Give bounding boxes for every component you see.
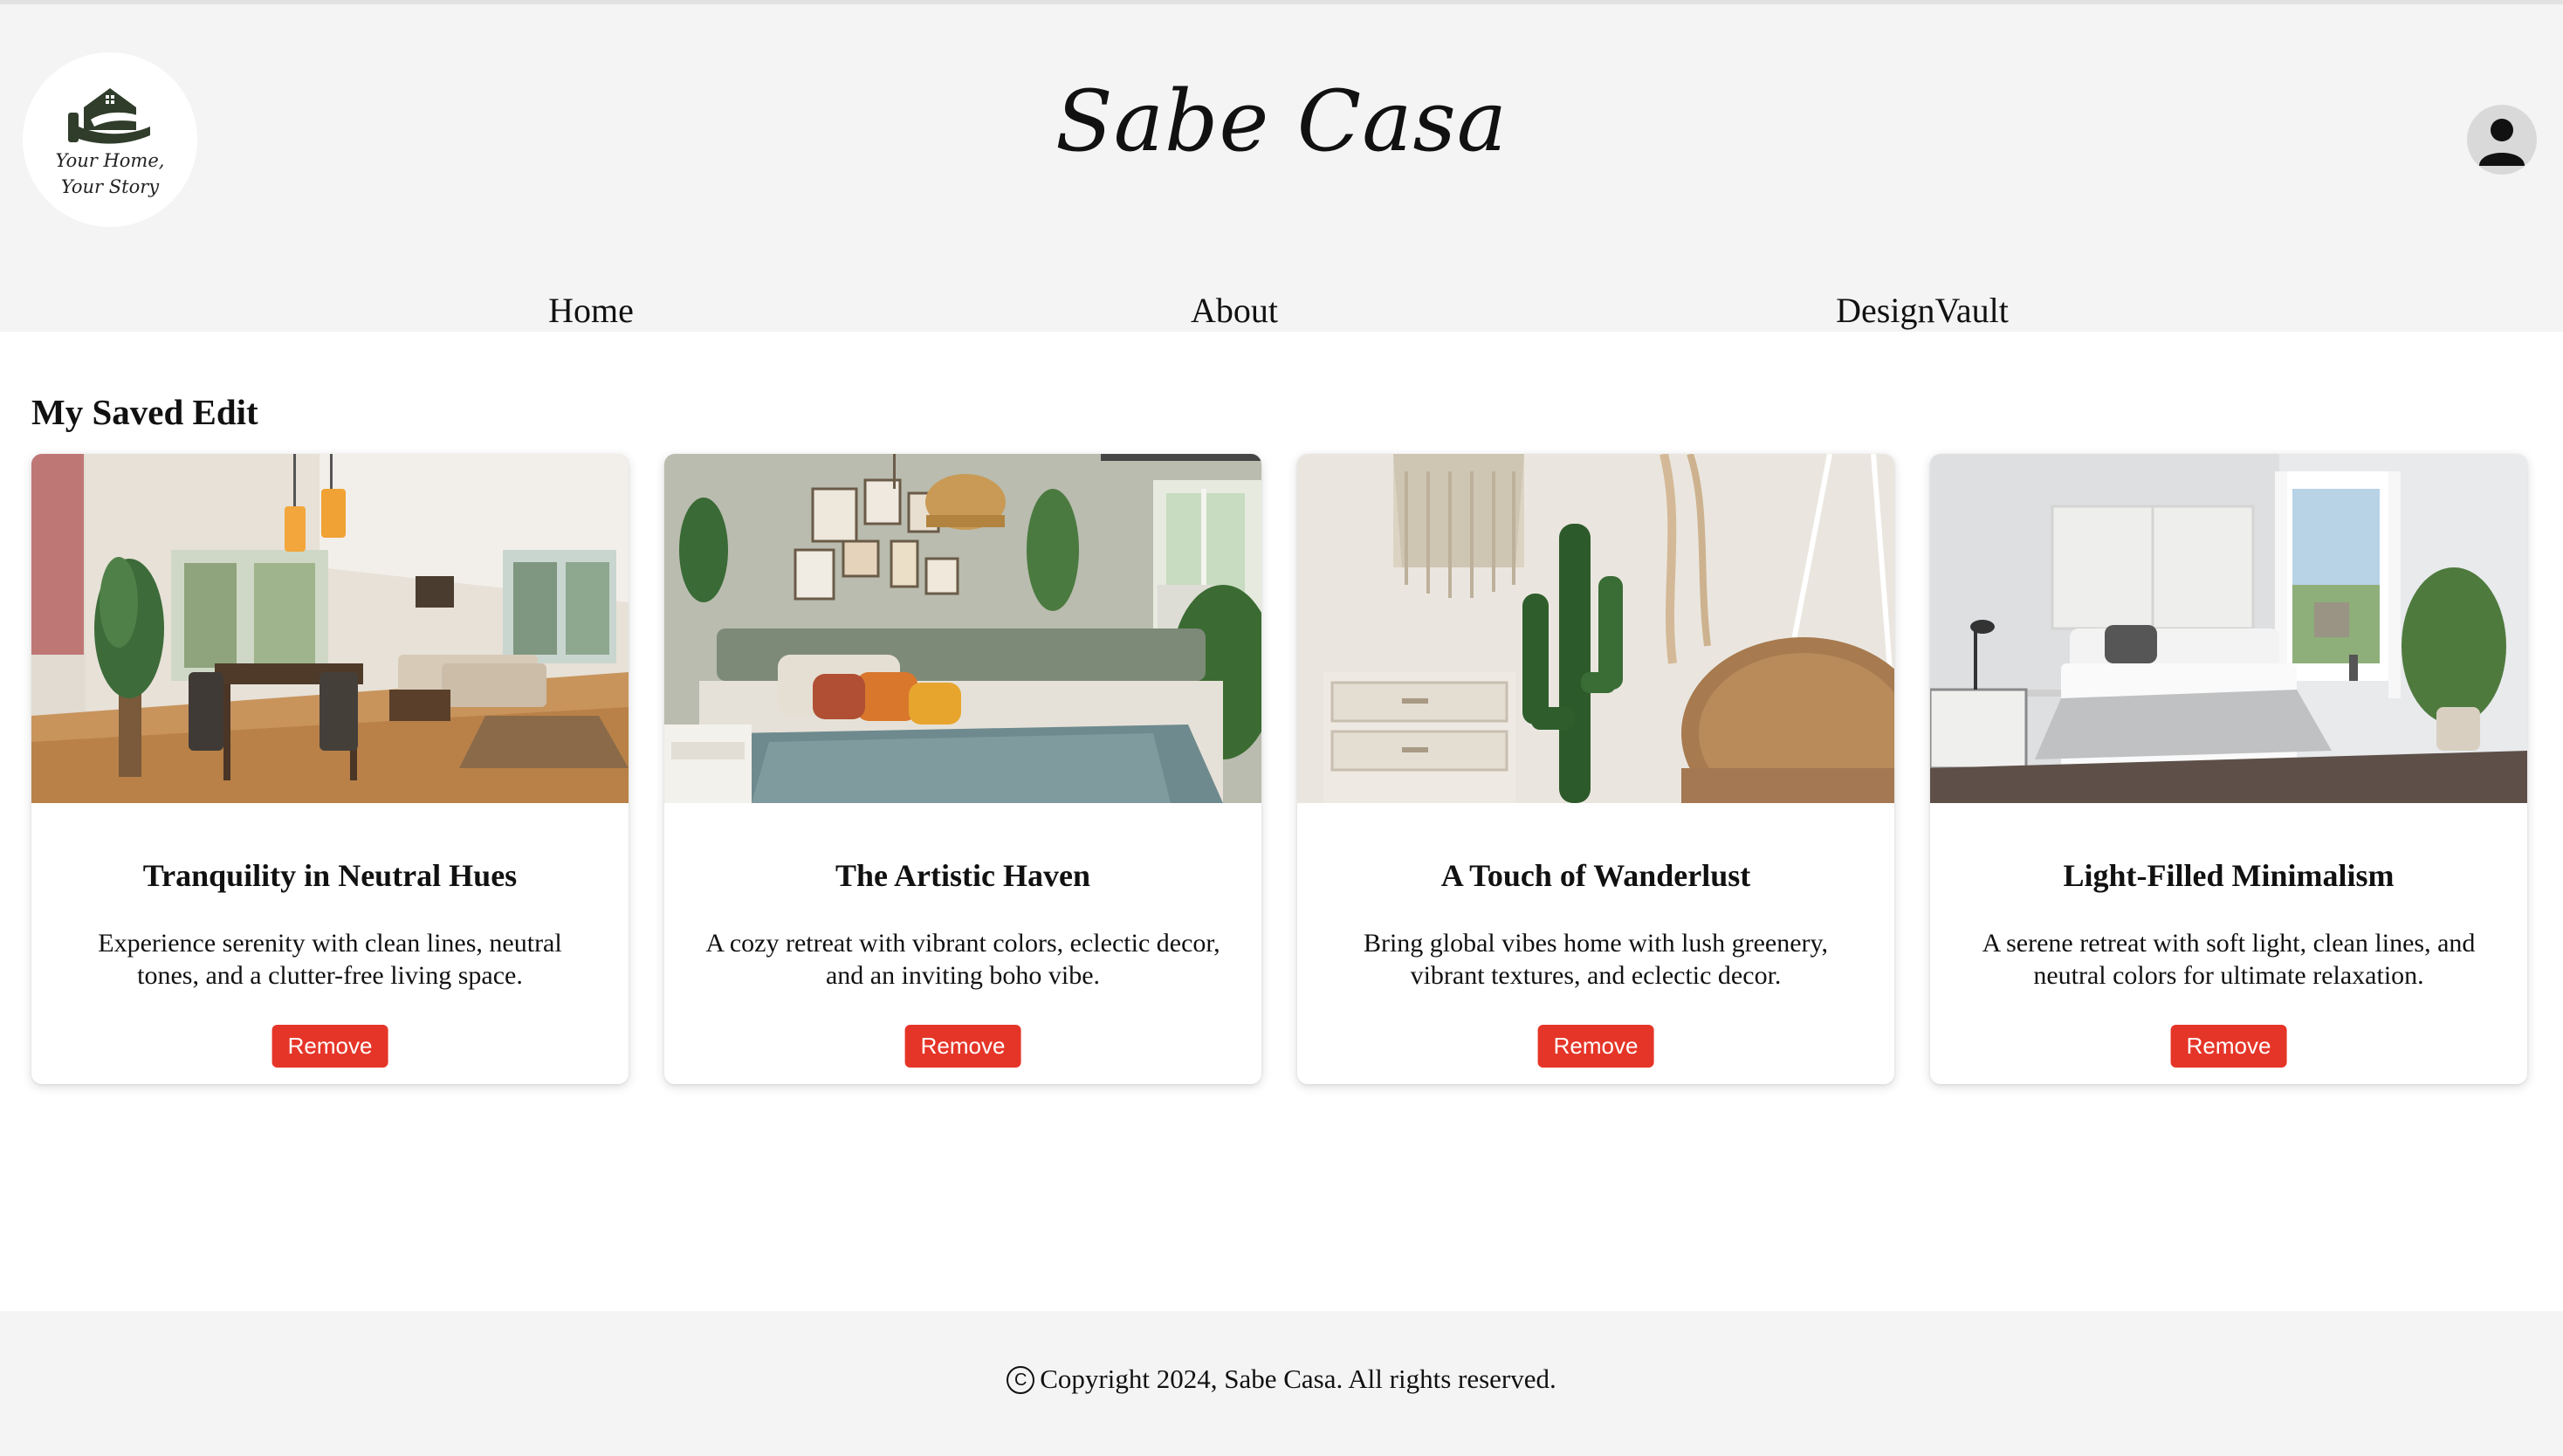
saved-card: Light-Filled Minimalism A serene retreat… [1930, 454, 2527, 1084]
card-image-minimal-bedroom [1930, 454, 2527, 803]
saved-card: A Touch of Wanderlust Bring global vibes… [1297, 454, 1894, 1084]
page-title: My Saved Edit [31, 392, 258, 432]
copyright-text: Copyright 2024, Sabe Casa. All rights re… [1040, 1363, 1556, 1394]
saved-cards-grid: Tranquility in Neutral Hues Experience s… [31, 454, 2530, 1086]
nav-designvault[interactable]: DesignVault [1836, 290, 2009, 331]
remove-button[interactable]: Remove [2170, 1025, 2287, 1068]
card-title: Tranquility in Neutral Hues [142, 858, 518, 893]
main-nav: Home About DesignVault [0, 290, 2563, 333]
card-description: A serene retreat with soft light, clean … [1982, 929, 2476, 990]
remove-button[interactable]: Remove [1537, 1025, 1654, 1068]
saved-card: The Artistic Haven A cozy retreat with v… [664, 454, 1261, 1084]
remove-button[interactable]: Remove [271, 1025, 388, 1068]
nav-home[interactable]: Home [548, 290, 634, 331]
card-title: A Touch of Wanderlust [1440, 858, 1751, 893]
copyright: C Copyright 2024, Sabe Casa. All rights r… [0, 1363, 2563, 1395]
card-description: A cozy retreat with vibrant colors, ecle… [705, 929, 1220, 990]
card-title: Light-Filled Minimalism [2063, 858, 2395, 893]
user-icon [2479, 119, 2525, 166]
card-image-artistic-bedroom [664, 454, 1261, 803]
site-footer: C Copyright 2024, Sabe Casa. All rights r… [0, 1311, 2563, 1456]
card-description: Experience serenity with clean lines, ne… [98, 929, 562, 990]
card-image-dining-room [31, 454, 629, 803]
profile-button[interactable] [2467, 105, 2537, 175]
copyright-icon: C [1007, 1366, 1035, 1394]
site-header: Your Home, Your Story Sabe Casa Home Abo… [0, 4, 2563, 332]
nav-about[interactable]: About [1191, 290, 1278, 331]
saved-card: Tranquility in Neutral Hues Experience s… [31, 454, 629, 1084]
card-image-wanderlust [1297, 454, 1894, 803]
remove-button[interactable]: Remove [904, 1025, 1021, 1068]
card-description: Bring global vibes home with lush greene… [1363, 929, 1829, 990]
site-title: Sabe Casa [1055, 72, 1508, 170]
card-title: The Artistic Haven [835, 858, 1090, 893]
logo-tagline-line2: Your Story [60, 176, 160, 197]
